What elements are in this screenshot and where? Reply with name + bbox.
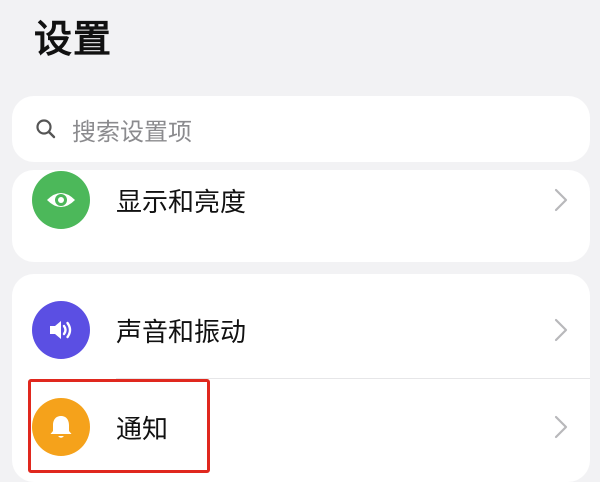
settings-item-label: 声音和振动 — [116, 317, 247, 348]
highlight-box — [28, 379, 210, 473]
search-icon — [34, 117, 58, 141]
settings-card-display: 显示和亮度 — [12, 170, 590, 262]
settings-item-display[interactable]: 显示和亮度 — [12, 170, 590, 250]
speaker-icon — [32, 301, 90, 359]
settings-item-label: 显示和亮度 — [116, 187, 247, 218]
search-bar[interactable]: 搜索设置项 — [12, 96, 590, 162]
chevron-right-icon — [554, 318, 568, 342]
page-title: 设置 — [34, 17, 113, 61]
eye-icon — [32, 171, 90, 229]
chevron-right-icon — [554, 415, 568, 439]
search-input[interactable]: 搜索设置项 — [72, 112, 192, 147]
settings-item-sound[interactable]: 声音和振动 — [12, 280, 590, 380]
chevron-right-icon — [554, 188, 568, 212]
